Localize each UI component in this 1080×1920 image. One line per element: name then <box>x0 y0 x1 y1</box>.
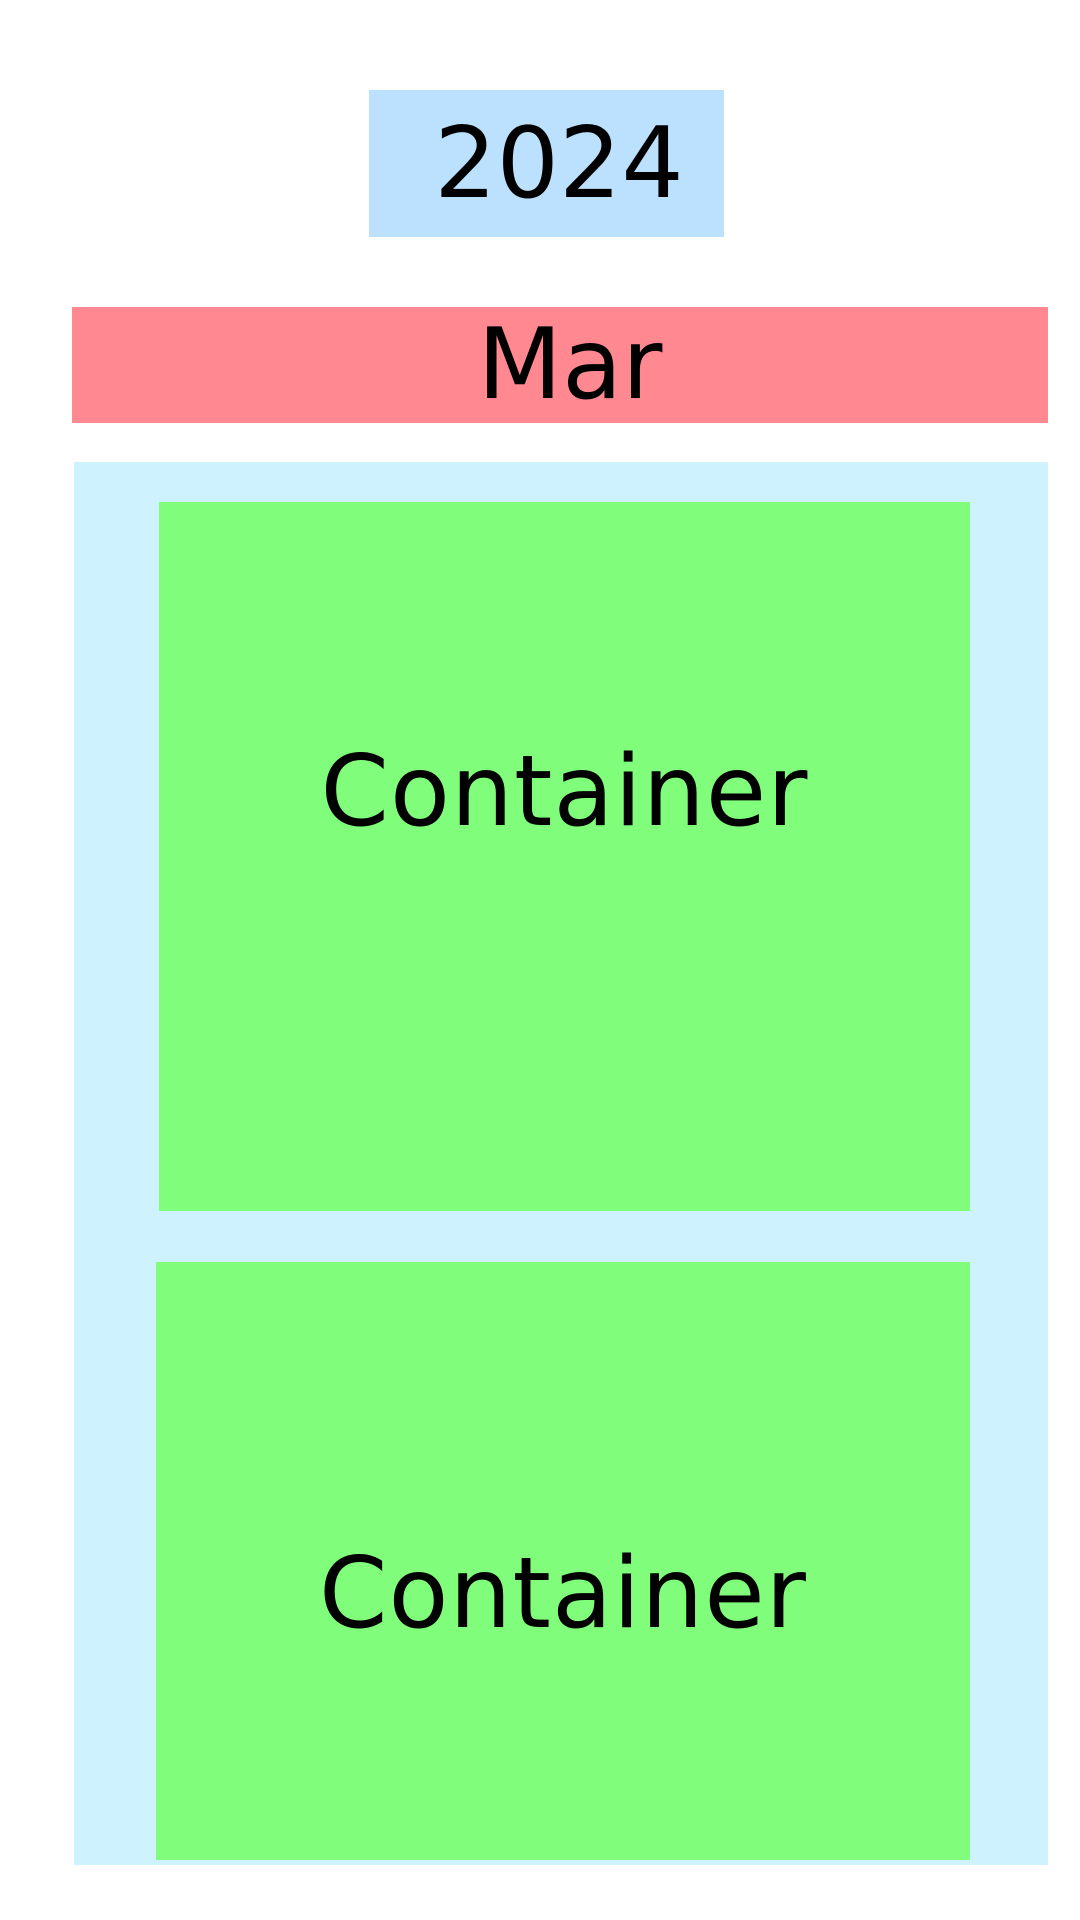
month-header: Mar <box>72 307 1048 423</box>
year-label: 2024 <box>369 90 724 237</box>
container-label: Container <box>320 734 809 849</box>
month-text: Mar <box>477 308 663 422</box>
container-label: Container <box>319 1536 807 1651</box>
container-card[interactable]: Container <box>159 502 970 1211</box>
month-column: Container Container <box>74 462 1048 1865</box>
container-card[interactable]: Container <box>156 1262 970 1860</box>
year-text: 2024 <box>434 106 684 221</box>
